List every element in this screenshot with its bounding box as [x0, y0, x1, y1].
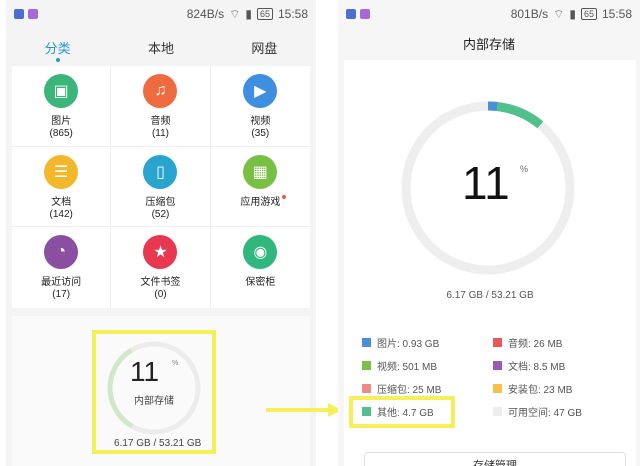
battery-indicator: 65 [256, 8, 273, 20]
image-icon: ▣ [44, 74, 79, 108]
category-label: 图片 [51, 116, 72, 127]
archive-icon: ▯ [143, 154, 178, 189]
app-notification-icon [28, 9, 38, 19]
storage-percent: 11 [462, 157, 510, 209]
category-label: 压缩包 [145, 196, 176, 208]
tab-bar: 分类 本地 网盘 [6, 32, 316, 62]
legend-swatch [362, 360, 371, 370]
legend-item: 文档: 8.5 MB [493, 359, 624, 373]
category-label: 音频 [150, 116, 171, 127]
network-speed: 801B/s [510, 7, 549, 21]
category-item[interactable]: ▶ 视频 (35) [210, 66, 310, 147]
highlight-box [92, 330, 216, 454]
status-bar: 824B/s ⌔ ▮ 65 15:58 [6, 0, 316, 28]
legend-item: 压缩包: 25 MB [362, 382, 493, 396]
category-label: 视频 [250, 116, 271, 127]
legend-swatch [362, 337, 371, 347]
category-count: (11) [151, 128, 170, 139]
document-icon: ☰ [44, 154, 79, 189]
legend-item: 音频: 26 MB [493, 336, 624, 350]
page-title: 内部存储 [462, 37, 515, 52]
category-count: (0) [154, 289, 167, 301]
tab-cloud[interactable]: 网盘 [213, 32, 316, 62]
legend-swatch [362, 383, 371, 393]
app-notification-icon [14, 9, 24, 19]
signal-icon: ▮ [245, 7, 252, 21]
legend-swatch [493, 406, 502, 416]
category-label: 保密柜 [245, 277, 276, 289]
legend-label: 视频: 501 MB [377, 361, 438, 373]
apps-icon: ▦ [243, 154, 278, 189]
category-label: 文档 [51, 196, 72, 208]
app-notification-icon [346, 9, 356, 19]
category-count: (17) [52, 289, 71, 301]
category-item[interactable]: ♫ 音频 (11) [111, 66, 211, 147]
wifi-icon: ⌔ [553, 6, 565, 21]
category-label: 最近访问 [41, 277, 82, 289]
legend-swatch [493, 360, 502, 370]
legend-label: 安装包: 23 MB [508, 384, 573, 396]
clock-time: 15:58 [277, 7, 308, 21]
clock-icon: ◔ [44, 235, 79, 270]
legend-item: 安装包: 23 MB [493, 382, 624, 396]
category-label: 文件书签 [140, 277, 181, 289]
category-item[interactable]: ◉ 保密柜 [211, 227, 310, 308]
legend-label: 音频: 26 MB [508, 338, 563, 350]
wifi-icon: ⌔ [229, 6, 241, 21]
category-item[interactable]: ▦ 应用游戏 [210, 147, 310, 228]
music-icon: ♫ [143, 74, 178, 108]
category-label: 应用游戏 [240, 193, 287, 208]
category-count: (35) [251, 128, 270, 139]
percent-sign: % [520, 164, 529, 174]
tab-category[interactable]: 分类 [6, 32, 109, 62]
category-count: (52) [151, 208, 170, 220]
storage-size: 6.17 GB / 53.21 GB [446, 290, 534, 301]
storage-manage-button[interactable]: 存储管理 [364, 452, 626, 466]
clock-time: 15:58 [601, 7, 632, 21]
category-item[interactable]: ◔ 最近访问 (17) [12, 227, 112, 308]
category-item[interactable]: ★ 文件书签 (0) [111, 227, 211, 308]
category-item[interactable]: ▯ 压缩包 (52) [111, 146, 211, 228]
category-grid: ▣ 图片 (865) ♫ 音频 (11) ▶ 视频 (35) ☰ 文档 (142) ▯ 压缩包 (52) ▦ 应… [12, 66, 310, 308]
legend-swatch [493, 337, 502, 347]
category-count: (865) [49, 128, 73, 139]
legend-item: 可用空间: 47 GB [493, 405, 624, 419]
legend-label: 图片: 0.93 GB [377, 338, 440, 350]
category-item[interactable]: ▣ 图片 (865) [12, 66, 112, 147]
tab-local[interactable]: 本地 [109, 32, 212, 62]
legend-item: 图片: 0.93 GB [362, 336, 493, 350]
legend-label: 可用空间: 47 GB [508, 407, 582, 419]
category-count: (142) [49, 208, 73, 220]
legend-swatch [493, 383, 502, 393]
status-bar: 801B/s ⌔ ▮ 65 15:58 [338, 0, 640, 28]
video-icon: ▶ [243, 74, 278, 108]
network-speed: 824B/s [186, 7, 225, 21]
legend-item: 视频: 501 MB [362, 359, 493, 373]
star-icon: ★ [143, 235, 178, 270]
signal-icon: ▮ [569, 7, 576, 21]
arrow-icon [266, 403, 342, 417]
app-notification-icon [360, 9, 370, 19]
category-item[interactable]: ☰ 文档 (142) [12, 146, 112, 228]
battery-indicator: 65 [580, 8, 597, 20]
highlight-box [349, 396, 455, 428]
legend-label: 压缩包: 25 MB [377, 384, 442, 396]
safe-icon: ◉ [243, 235, 278, 270]
legend-label: 文档: 8.5 MB [508, 361, 566, 373]
new-badge [282, 194, 287, 199]
